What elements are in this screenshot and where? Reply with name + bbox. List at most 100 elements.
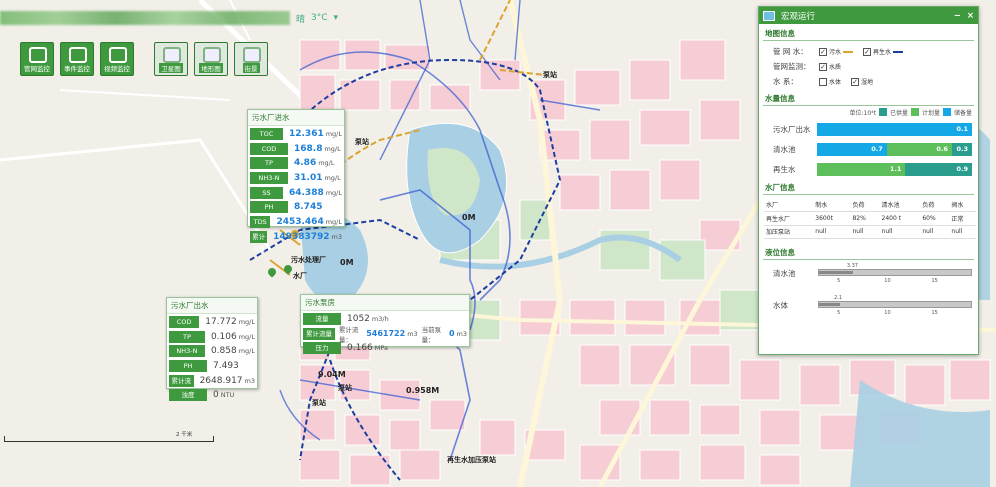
level-value: 2.1 <box>834 295 843 301</box>
popup-row: NH3-N 31.01 mg/L <box>250 171 342 185</box>
popup-row: TOC 12.361 mg/L <box>250 127 342 141</box>
map-label-pump-station-2[interactable]: 泵站 <box>355 137 369 147</box>
volume-bar-row[interactable]: 清水池 0.7 0.6 0.3 <box>765 140 972 158</box>
monitor-label: 管网监测： <box>773 62 811 71</box>
row-key: 累计流量 <box>303 327 335 340</box>
popup-row: TP 4.86 mg/L <box>250 156 342 170</box>
sewage-inflow-popup: 污水厂进水 TOC 12.361 mg/L COD 168.8 mg/L TP 4.86 mg/… <box>247 109 345 253</box>
map-label-pump-station-4[interactable]: 泵站 <box>312 398 326 408</box>
weather-temp: 3°C <box>311 13 328 23</box>
cell: null <box>879 225 921 239</box>
map-label-reuse-pump-station[interactable]: 再生水加压泵站 <box>447 455 496 465</box>
volume-bars: 污水厂出水 0.1 清水池 0.7 0.6 0.3 再生水 1.1 0.9 <box>759 120 978 178</box>
row-key: PH <box>169 359 207 372</box>
volume-bar-row[interactable]: 再生水 1.1 0.9 <box>765 160 972 178</box>
pump-acc-row: 累计流量 累计流量： 5461722 m3 当前泵量： 0 m3 <box>303 326 467 344</box>
check-box[interactable]: ✓ <box>863 47 872 56</box>
cell: 3600t <box>813 211 851 226</box>
row-key: PH <box>250 201 288 214</box>
row-unit: mg/L <box>238 332 255 341</box>
row-value: 1052 <box>347 313 370 324</box>
row-unit: NTU <box>220 391 235 400</box>
bar-label: 清水池 <box>773 144 796 154</box>
level-label: 清水池 <box>773 269 796 278</box>
water-system-row: 水 系： 水体 ✓ 湿地 <box>759 74 978 89</box>
row-value: 0.858 <box>210 346 237 357</box>
water-body-checkbox[interactable]: 水体 <box>819 77 841 86</box>
map-label-pump-station-1[interactable]: 泵站 <box>543 70 557 80</box>
terrain-map-button[interactable]: 地形图 <box>194 42 228 76</box>
popup-row: PH 7.493 <box>169 359 255 373</box>
cell: 2400 t <box>879 211 921 226</box>
row-unit: m3 <box>244 376 255 385</box>
row-key: TOC <box>250 127 283 140</box>
level-tick: 5 <box>837 310 841 316</box>
level-row: 水体 2.1 5 10 15 <box>765 295 972 324</box>
legend-swatch <box>878 108 887 116</box>
level-section-title: 液位信息 <box>765 248 795 257</box>
map-label-waterworks[interactable]: 水厂 <box>293 271 307 281</box>
row-unit: mg/L <box>324 144 341 153</box>
water-system-label: 水 系： <box>773 77 798 86</box>
sewage-checkbox[interactable]: ✓ 污水 <box>819 47 854 56</box>
stacked-bar: 0.1 <box>817 122 972 136</box>
minimize-button[interactable]: − <box>954 11 961 21</box>
map-label-pump-station-3[interactable]: 泵站 <box>338 383 352 393</box>
legend-swatch <box>910 108 919 116</box>
panel-title: 宏观运行 <box>781 11 816 22</box>
check-box[interactable]: ✓ <box>819 62 827 71</box>
street-map-button[interactable]: 街景 <box>234 42 268 76</box>
table-row[interactable]: 加压泵站 null null null null null <box>764 225 976 239</box>
volume-bar-row[interactable]: 污水厂出水 0.1 <box>765 120 972 138</box>
level-label: 水体 <box>773 301 788 310</box>
bar-segment: 0.3 <box>951 142 972 156</box>
row-unit: mg/L <box>325 188 342 197</box>
volume-section-title: 水量信息 <box>765 94 795 103</box>
map-label-level-2: 0M <box>340 258 354 267</box>
level-tick: 5 <box>837 278 841 284</box>
popup-row: 累计流量 2648.917m3 <box>169 374 255 397</box>
row-unit: mg/L <box>325 217 342 226</box>
bar-segment: 1.1 <box>817 162 906 176</box>
row-value: 2453.464 <box>276 216 324 227</box>
row-unit: mg/L <box>238 347 255 356</box>
acc-unit: m3 <box>407 329 418 338</box>
check-box[interactable]: ✓ <box>819 47 827 56</box>
row-value: 2648.917 <box>199 375 243 386</box>
popup-rows: COD 17.772 mg/L TP 0.106 mg/L NH3-N 0.858 mg/L PH… <box>167 315 257 402</box>
legend-label: 计划量 <box>921 109 940 117</box>
popup-row: NH3-N 0.858 mg/L <box>169 344 255 358</box>
row-value: 4.86 <box>294 158 317 169</box>
row-value: 0.166 <box>347 343 373 354</box>
event-monitor-button[interactable]: 事件监控 <box>60 42 94 76</box>
plant-section-title: 水厂信息 <box>765 183 795 192</box>
video-icon <box>109 47 127 63</box>
table-row[interactable]: 再生水厂 3600t 82% 2400 t 60% 正常 <box>764 211 976 226</box>
check-box[interactable]: ✓ <box>851 77 860 86</box>
satellite-map-button[interactable]: 卫星图 <box>154 42 188 76</box>
map-label-level-4: 0.958M <box>406 386 440 395</box>
legend-label: 储备量 <box>953 109 972 117</box>
close-button[interactable]: × <box>967 11 974 21</box>
weather-dropdown-icon[interactable]: ▾ <box>334 13 339 23</box>
video-monitor-button[interactable]: 视频监控 <box>100 42 134 76</box>
cell: null <box>949 225 976 239</box>
network-monitor-button[interactable]: 管网监控 <box>20 42 54 76</box>
water-quality-checkbox[interactable]: ✓ 水质 <box>819 62 841 71</box>
terrain-map-icon <box>203 47 221 63</box>
legend-swatch <box>942 108 951 116</box>
popup-row: SS 64.388 mg/L <box>250 186 342 200</box>
popup-row: 累计流量 149383792 m3 <box>250 230 342 253</box>
unit-label: 单位:10⁴t <box>849 109 876 117</box>
row-key: COD <box>250 142 288 155</box>
reclaimed-checkbox[interactable]: ✓ 再生水 <box>863 47 904 56</box>
map-label-sewage-plant[interactable]: 污水处理厂 <box>291 255 326 265</box>
row-key: 浊度 <box>169 389 207 402</box>
row-unit: m3/h <box>371 314 389 323</box>
check-box[interactable] <box>819 77 827 86</box>
header-cell: 水厂 <box>764 198 814 212</box>
satellite-map-icon <box>163 47 181 63</box>
row-key: SS <box>250 186 283 199</box>
wetland-checkbox[interactable]: ✓ 湿地 <box>851 77 873 86</box>
row-key: 累计流量 <box>250 230 268 253</box>
